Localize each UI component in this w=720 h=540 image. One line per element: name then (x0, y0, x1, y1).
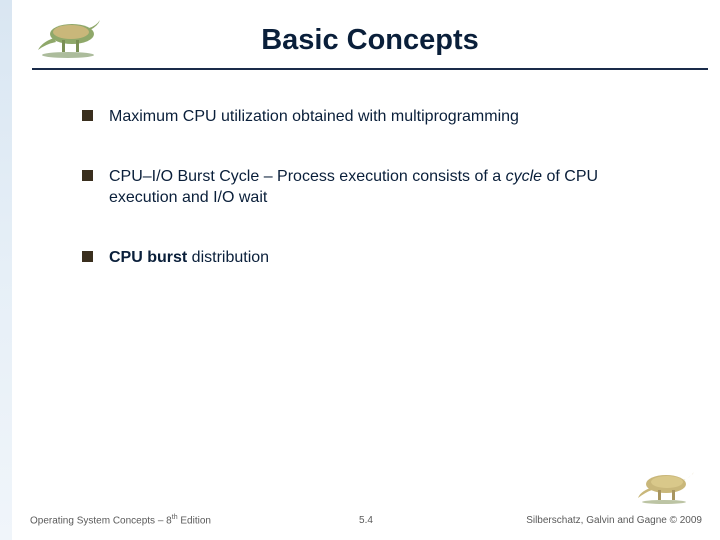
slide-body: Basic Concepts Maximum CPU utilization o… (12, 0, 720, 540)
footer-left: Operating System Concepts – 8th Edition (30, 514, 254, 526)
bullet-item: CPU burst distribution (82, 247, 660, 269)
slide-content: Maximum CPU utilization obtained with mu… (12, 70, 720, 268)
bullet-text: Maximum CPU utilization obtained with mu… (109, 106, 519, 128)
text-segment: distribution (187, 249, 269, 266)
square-bullet-icon (82, 170, 93, 181)
italic-segment: cycle (506, 168, 542, 185)
bullet-text: CPU burst distribution (109, 247, 269, 269)
bullet-item: Maximum CPU utilization obtained with mu… (82, 106, 660, 128)
slide-footer: Operating System Concepts – 8th Edition … (30, 514, 702, 526)
square-bullet-icon (82, 251, 93, 262)
side-gradient-band (0, 0, 12, 540)
bold-segment: CPU burst (109, 249, 187, 266)
footer-text: Operating System Concepts – 8 (30, 515, 172, 526)
slide-title: Basic Concepts (32, 24, 708, 57)
bullet-text: CPU–I/O Burst Cycle – Process execution … (109, 166, 660, 209)
slide-header: Basic Concepts (32, 0, 708, 70)
footer-text: Edition (178, 515, 211, 526)
text-segment: CPU–I/O Burst Cycle – Process execution … (109, 168, 506, 185)
bullet-item: CPU–I/O Burst Cycle – Process execution … (82, 166, 660, 209)
footer-copyright: Silberschatz, Galvin and Gagne © 2009 (478, 515, 702, 526)
dinosaur-bottom-icon (636, 462, 698, 504)
square-bullet-icon (82, 110, 93, 121)
footer-page-number: 5.4 (254, 515, 478, 526)
